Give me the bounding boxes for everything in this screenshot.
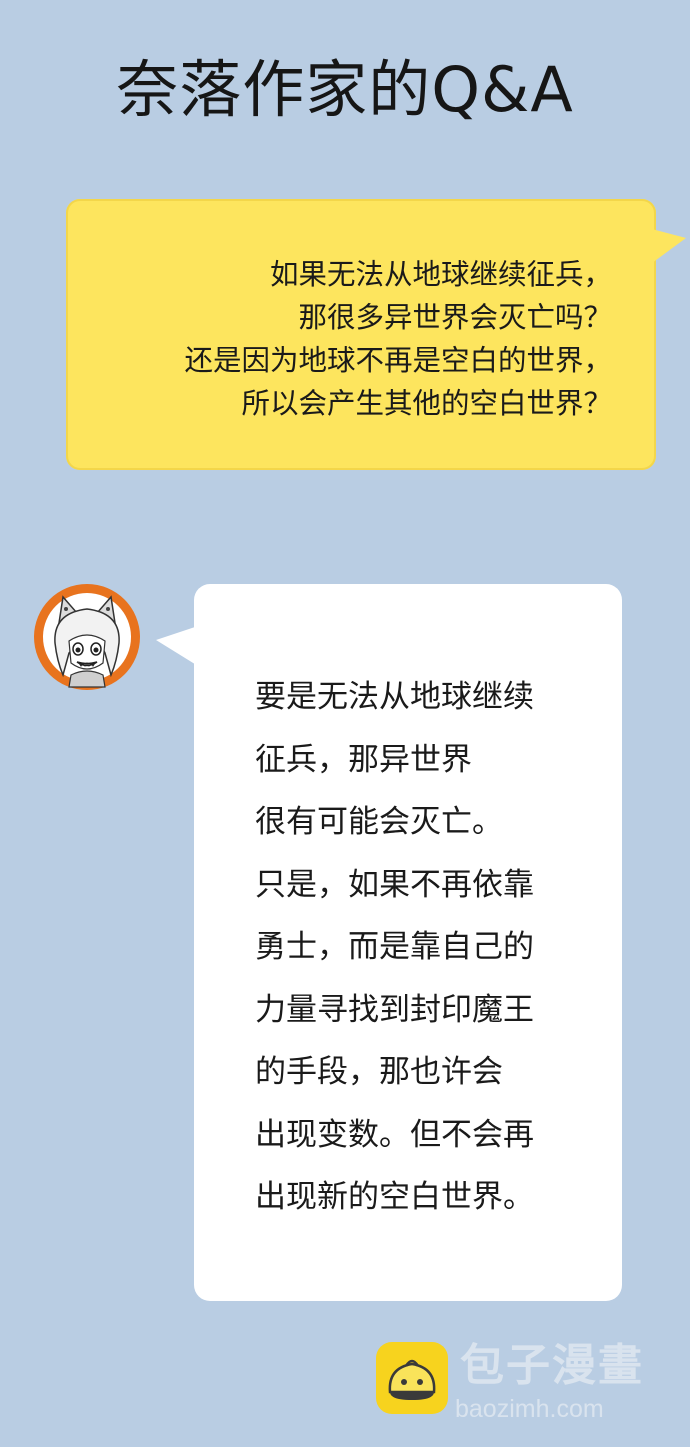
author-avatar-icon — [34, 584, 140, 690]
answer-text: 要是无法从地球继续 征兵，那异世界 很有可能会灭亡。 只是，如果不再依靠 勇士，… — [255, 679, 534, 1215]
question-text: 如果无法从地球继续征兵， 那很多异世界会灭亡吗？ 还是因为地球不再是空白的世界，… — [184, 258, 612, 420]
question-bubble: 如果无法从地球继续征兵， 那很多异世界会灭亡吗？ 还是因为地球不再是空白的世界，… — [66, 199, 656, 470]
watermark-brand: 包子漫畫 — [460, 1340, 644, 1391]
answer-bubble: 要是无法从地球继续 征兵，那异世界 很有可能会灭亡。 只是，如果不再依靠 勇士，… — [194, 584, 622, 1301]
question-bubble-tail — [648, 228, 686, 266]
answer-bubble-tail — [156, 626, 198, 666]
watermark-url: baozimh.com — [455, 1395, 604, 1423]
bun-logo-icon — [376, 1342, 448, 1414]
page-title: 奈落作家的Q&A — [116, 53, 574, 126]
